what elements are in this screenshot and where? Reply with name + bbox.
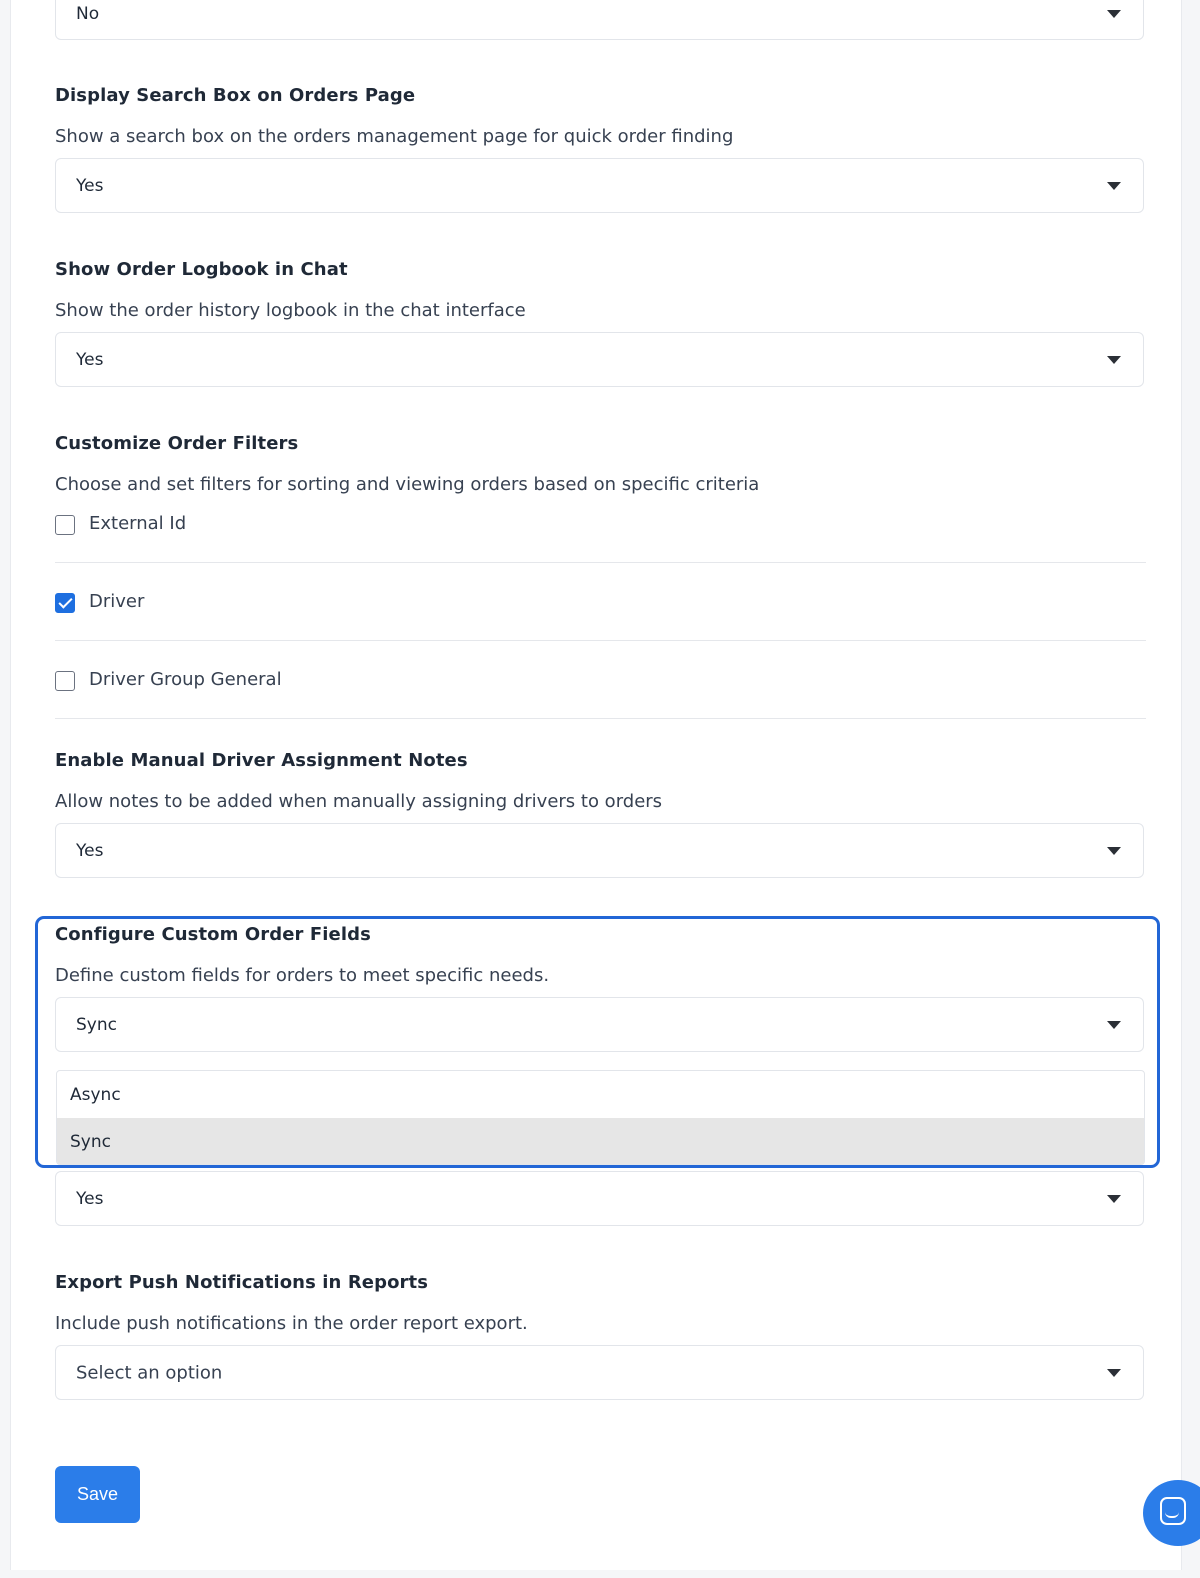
divider [55,718,1146,719]
covered-setting-select[interactable]: Yes [55,1171,1144,1226]
divider [55,562,1146,563]
covered-setting-select-value: Yes [76,1188,104,1209]
caret-down-icon [1107,1194,1121,1203]
assignment-notes-select-value: Yes [76,840,104,861]
divider [55,640,1146,641]
filter-option-label: External Id [89,513,187,534]
filter-option-label: Driver [89,591,145,612]
custom-fields-select[interactable]: Sync [55,997,1144,1052]
custom-fields-select-value: Sync [76,1014,117,1035]
assignment-notes-title: Enable Manual Driver Assignment Notes [55,750,468,771]
caret-down-icon [1107,355,1121,364]
checkbox-unchecked[interactable] [55,671,75,691]
checkbox-unchecked[interactable] [55,515,75,535]
search-box-description: Show a search box on the orders manageme… [55,126,734,147]
top-select-value: No [76,4,100,24]
filters-title: Customize Order Filters [55,433,299,454]
custom-fields-title: Configure Custom Order Fields [55,924,371,945]
settings-panel [10,0,1182,1570]
dropdown-option-sync[interactable]: Sync [57,1118,1144,1164]
logbook-title: Show Order Logbook in Chat [55,259,348,280]
caret-down-icon [1107,1368,1121,1377]
logbook-select[interactable]: Yes [55,332,1144,387]
custom-fields-dropdown: Async Sync [56,1070,1145,1165]
save-button[interactable]: Save [55,1466,140,1523]
filters-description: Choose and set filters for sorting and v… [55,474,760,495]
checkbox-checked[interactable] [55,593,75,613]
dropdown-option-async[interactable]: Async [57,1071,1144,1118]
filter-option-label: Driver Group General [89,669,282,690]
search-box-title: Display Search Box on Orders Page [55,85,416,106]
caret-down-icon [1107,10,1121,18]
assignment-notes-select[interactable]: Yes [55,823,1144,878]
search-box-select[interactable]: Yes [55,158,1144,213]
custom-fields-description: Define custom fields for orders to meet … [55,965,550,986]
assignment-notes-description: Allow notes to be added when manually as… [55,791,663,812]
caret-down-icon [1107,846,1121,855]
top-select[interactable]: No [55,0,1144,40]
chat-icon [1160,1497,1186,1525]
caret-down-icon [1107,181,1121,190]
search-box-select-value: Yes [76,175,104,196]
option-label: Sync [70,1131,111,1152]
caret-down-icon [1107,1020,1121,1029]
logbook-select-value: Yes [76,349,104,370]
push-notifications-select[interactable]: Select an option [55,1345,1144,1400]
push-notifications-description: Include push notifications in the order … [55,1313,528,1334]
push-notifications-title: Export Push Notifications in Reports [55,1272,429,1293]
logbook-description: Show the order history logbook in the ch… [55,300,526,321]
push-notifications-placeholder: Select an option [76,1362,223,1383]
option-label: Async [70,1084,121,1105]
